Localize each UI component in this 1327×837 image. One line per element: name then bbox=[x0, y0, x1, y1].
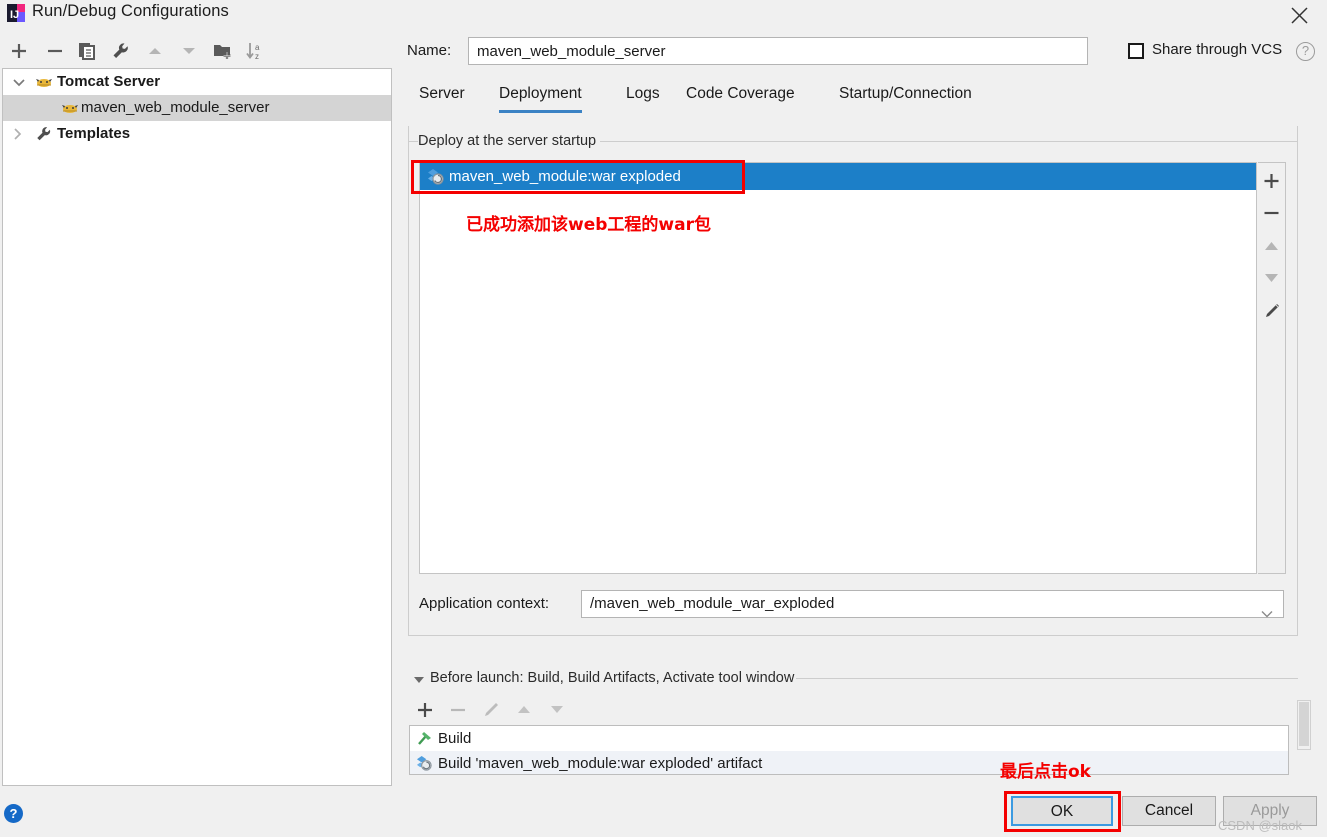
pencil-icon[interactable] bbox=[1258, 297, 1285, 328]
before-launch-divider bbox=[796, 678, 1298, 679]
tree-node-templates[interactable]: Templates bbox=[3, 121, 391, 147]
name-input[interactable] bbox=[468, 37, 1088, 65]
minus-icon bbox=[445, 697, 479, 723]
name-label: Name: bbox=[407, 42, 452, 59]
plus-icon[interactable] bbox=[8, 36, 34, 66]
folder-add-icon[interactable] bbox=[212, 36, 238, 66]
minus-icon[interactable] bbox=[1258, 198, 1285, 229]
list-item[interactable]: maven_web_module:war exploded bbox=[420, 163, 1256, 190]
arrow-down-icon[interactable] bbox=[1258, 263, 1285, 294]
before-launch-scrollbar[interactable] bbox=[1297, 700, 1311, 750]
configurations-tree[interactable]: Tomcat Server maven_web_module_server Te… bbox=[2, 68, 392, 786]
arrow-down-icon[interactable] bbox=[178, 36, 204, 66]
deploy-at-startup-label: Deploy at the server startup bbox=[418, 133, 603, 149]
arrow-down-icon bbox=[544, 697, 578, 723]
group-divider-left bbox=[408, 141, 418, 142]
watermark: CSDN @slaok bbox=[1218, 818, 1302, 833]
wrench-icon bbox=[35, 125, 53, 143]
svg-text:a: a bbox=[255, 43, 260, 52]
tree-node-label: Tomcat Server bbox=[57, 73, 161, 90]
run-debug-configurations-dialog: IJ Run/Debug Configurations a z Tomcat S… bbox=[0, 0, 1327, 837]
chevron-down-icon[interactable] bbox=[1261, 601, 1273, 627]
share-through-vcs-checkbox[interactable] bbox=[1128, 43, 1144, 59]
chevron-right-icon[interactable] bbox=[11, 121, 27, 147]
task-label: Build bbox=[438, 730, 472, 747]
artifact-icon bbox=[427, 168, 445, 186]
sort-alpha-icon[interactable]: a z bbox=[244, 36, 270, 66]
tree-node-tomcat-server[interactable]: Tomcat Server bbox=[3, 69, 391, 95]
annotation-war-added: 已成功添加该web工程的war包 bbox=[466, 215, 711, 235]
close-icon[interactable] bbox=[1281, 0, 1317, 30]
svg-text:IJ: IJ bbox=[10, 9, 19, 21]
arrow-up-icon[interactable] bbox=[1258, 231, 1285, 262]
triangle-down-icon[interactable] bbox=[413, 672, 425, 688]
application-context-label: Application context: bbox=[419, 595, 550, 612]
group-divider-right bbox=[600, 141, 1298, 142]
configuration-tabs: Server Deployment Logs Code Coverage Sta… bbox=[408, 80, 1298, 113]
plus-icon[interactable] bbox=[1258, 166, 1285, 197]
tab-deployment[interactable]: Deployment bbox=[499, 80, 582, 113]
ok-button[interactable]: OK bbox=[1011, 796, 1113, 826]
dialog-title: Run/Debug Configurations bbox=[32, 2, 229, 20]
help-circle-icon[interactable]: ? bbox=[4, 804, 23, 823]
list-item[interactable]: Build bbox=[410, 726, 1288, 751]
minus-icon[interactable] bbox=[44, 36, 70, 66]
wrench-icon[interactable] bbox=[110, 36, 136, 66]
task-label: Build 'maven_web_module:war exploded' ar… bbox=[438, 755, 763, 772]
arrow-up-icon[interactable] bbox=[144, 36, 170, 66]
tree-node-maven-web-module-server[interactable]: maven_web_module_server bbox=[3, 95, 391, 121]
tab-startup-connection[interactable]: Startup/Connection bbox=[839, 80, 972, 113]
dialog-titlebar: IJ Run/Debug Configurations bbox=[0, 0, 1327, 30]
artifact-label: maven_web_module:war exploded bbox=[449, 168, 681, 185]
artifact-icon bbox=[416, 755, 433, 772]
chevron-down-icon[interactable] bbox=[11, 69, 27, 95]
tab-code-coverage[interactable]: Code Coverage bbox=[686, 80, 795, 113]
tree-node-label: maven_web_module_server bbox=[81, 99, 270, 116]
tab-logs[interactable]: Logs bbox=[626, 80, 660, 113]
application-context-input[interactable]: /maven_web_module_war_exploded bbox=[581, 590, 1284, 618]
intellij-idea-icon: IJ bbox=[6, 3, 26, 23]
tab-server[interactable]: Server bbox=[419, 80, 465, 113]
copy-icon[interactable] bbox=[76, 36, 102, 66]
tomcat-icon bbox=[61, 99, 79, 117]
build-hammer-icon bbox=[416, 730, 433, 747]
annotation-click-ok: 最后点击ok bbox=[1000, 762, 1091, 782]
question-mark-icon[interactable]: ? bbox=[1296, 42, 1315, 61]
configurations-toolbar: a z bbox=[0, 36, 392, 68]
plus-icon[interactable] bbox=[412, 697, 446, 723]
tree-node-label: Templates bbox=[57, 125, 131, 142]
before-launch-title: Before launch: Build, Build Artifacts, A… bbox=[430, 670, 795, 686]
pencil-icon bbox=[478, 697, 512, 723]
deployment-list-toolbar bbox=[1258, 162, 1286, 574]
application-context-value: /maven_web_module_war_exploded bbox=[590, 595, 835, 612]
before-launch-toolbar bbox=[412, 697, 612, 723]
before-launch-tasks-list[interactable]: Build Build 'maven_web_module:war explod… bbox=[409, 725, 1289, 775]
tomcat-icon bbox=[35, 73, 53, 91]
share-through-vcs-label[interactable]: Share through VCS bbox=[1152, 41, 1282, 58]
arrow-up-icon bbox=[511, 697, 545, 723]
cancel-button[interactable]: Cancel bbox=[1122, 796, 1216, 826]
list-item[interactable]: Build 'maven_web_module:war exploded' ar… bbox=[410, 751, 1288, 774]
svg-text:z: z bbox=[255, 52, 259, 61]
